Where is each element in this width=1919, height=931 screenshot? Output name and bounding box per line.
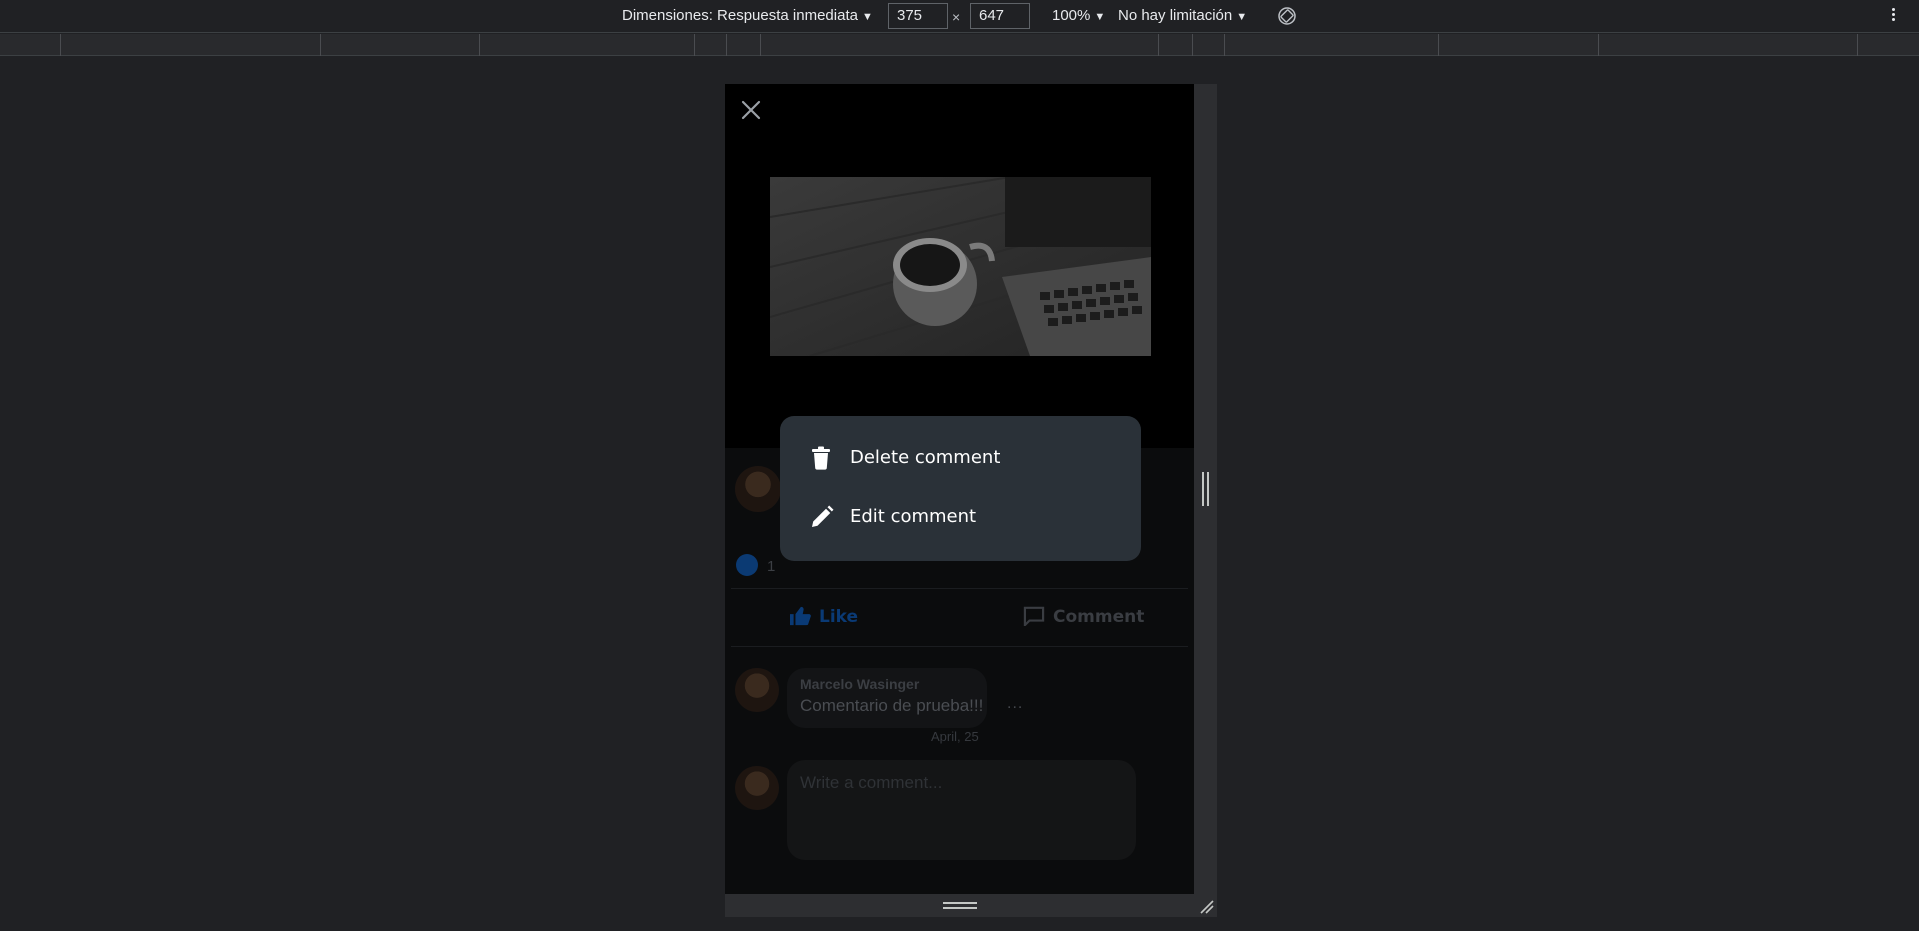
grip-line xyxy=(1207,472,1209,506)
zoom-label: 100% xyxy=(1052,7,1091,24)
width-input[interactable]: 375 xyxy=(888,3,948,29)
comment-text: Comentario de prueba!!! xyxy=(800,696,984,715)
thumbs-up-icon xyxy=(736,554,758,576)
resize-handle-right[interactable] xyxy=(1194,84,1217,894)
reaction-count: 1 xyxy=(767,558,776,575)
kebab-menu-icon[interactable] xyxy=(1890,6,1896,26)
edit-comment-label: Edit comment xyxy=(850,506,977,527)
avatar[interactable] xyxy=(735,668,779,712)
comment-button[interactable]: Comment xyxy=(1023,606,1145,628)
zoom-dropdown[interactable]: 100% ▼ xyxy=(1052,6,1105,27)
media-query-ruler[interactable] xyxy=(0,34,1919,56)
post-photo xyxy=(770,177,1151,356)
dimensions-label: Dimensiones: Respuesta inmediata xyxy=(622,7,858,24)
grip-line xyxy=(943,907,977,909)
resize-corner-icon[interactable] xyxy=(1197,897,1215,915)
like-label: Like xyxy=(819,607,859,627)
avatar[interactable] xyxy=(735,466,781,512)
resize-handle-bottom[interactable] xyxy=(725,894,1217,917)
height-input[interactable]: 647 xyxy=(970,3,1030,29)
comment-input-placeholder: Write a comment... xyxy=(800,773,943,792)
divider xyxy=(731,646,1188,647)
delete-comment-label: Delete comment xyxy=(850,447,1001,468)
comment-author[interactable]: Marcelo Wasinger xyxy=(800,676,919,692)
times-separator: × xyxy=(952,9,961,25)
like-button[interactable]: Like xyxy=(789,606,858,627)
trash-icon xyxy=(812,446,830,470)
devtools-device-toolbar: Dimensiones: Respuesta inmediata ▼ 375 × … xyxy=(0,0,1919,33)
chevron-down-icon: ▼ xyxy=(861,11,873,23)
comment-label: Comment xyxy=(1053,607,1145,627)
divider xyxy=(731,588,1188,589)
pencil-icon xyxy=(812,505,834,527)
comment-more-button[interactable]: ... xyxy=(1007,695,1023,713)
comment-icon xyxy=(1023,606,1045,628)
thumbs-up-icon xyxy=(790,606,811,626)
comment-date: April, 25 xyxy=(931,729,979,744)
comment-context-menu: Delete comment Edit comment xyxy=(780,416,1141,561)
device-viewport: 1 Like Comment Marcelo Wasinger Comentar… xyxy=(725,84,1194,894)
grip-line xyxy=(1202,472,1204,506)
dimensions-dropdown[interactable]: Dimensiones: Respuesta inmediata ▼ xyxy=(622,6,873,27)
rotate-icon[interactable] xyxy=(1277,6,1297,26)
throttle-dropdown[interactable]: No hay limitación ▼ xyxy=(1118,6,1247,27)
chevron-down-icon: ▼ xyxy=(1236,11,1248,23)
avatar xyxy=(735,766,779,810)
close-icon[interactable] xyxy=(739,98,763,122)
grip-line xyxy=(943,902,977,904)
throttle-label: No hay limitación xyxy=(1118,7,1233,24)
chevron-down-icon: ▼ xyxy=(1094,11,1106,23)
